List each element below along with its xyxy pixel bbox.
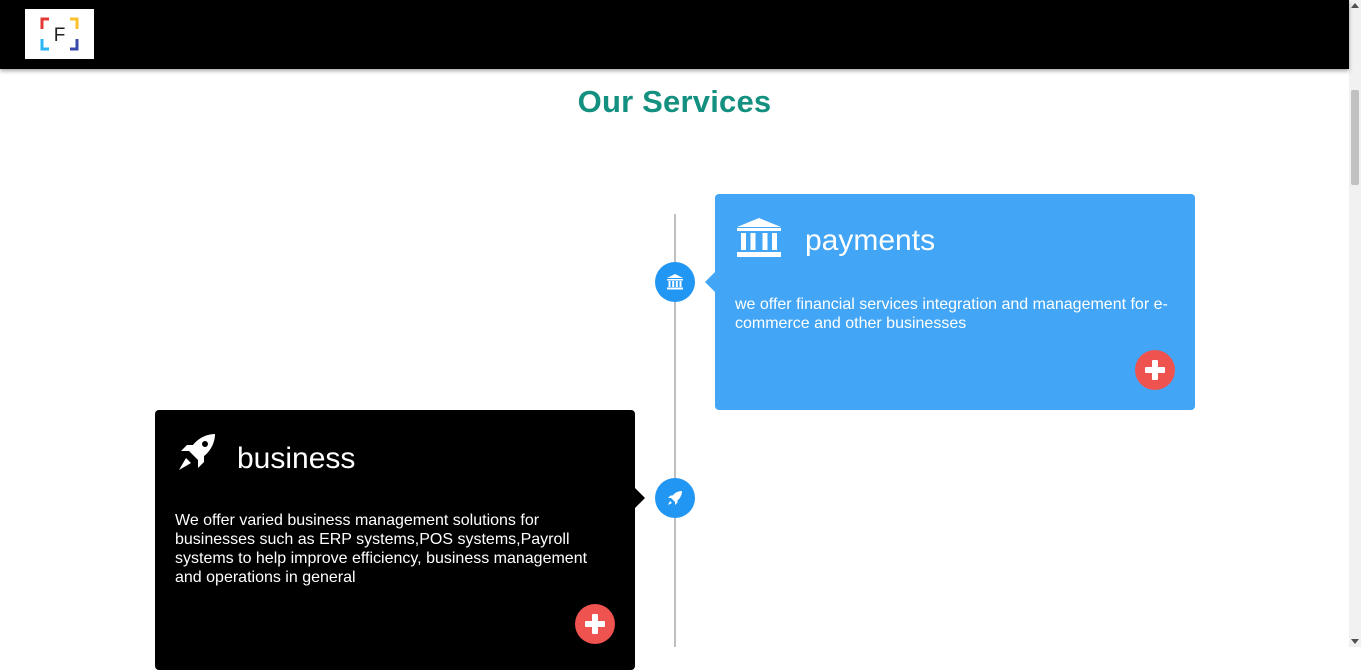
bank-icon <box>667 274 683 290</box>
rocket-icon <box>668 491 682 505</box>
scroll-up-arrow[interactable] <box>1351 3 1359 8</box>
scroll-thumb[interactable] <box>1351 90 1359 185</box>
timeline-node-business <box>655 478 695 518</box>
bank-icon <box>737 218 781 257</box>
service-title: business <box>237 442 356 475</box>
brand-logo[interactable]: F <box>25 9 94 59</box>
timeline-node-payments <box>655 262 695 302</box>
page-scrollbar[interactable] <box>1349 0 1361 647</box>
plus-icon <box>1145 360 1165 380</box>
F-logo-icon: F <box>40 17 79 51</box>
service-description: We offer varied business management solu… <box>175 512 588 586</box>
scroll-down-arrow[interactable] <box>1351 639 1359 644</box>
service-card-business: business We offer varied business manage… <box>155 410 645 670</box>
plus-icon <box>585 614 605 634</box>
logo-letter: F <box>54 25 66 46</box>
rocket-icon <box>179 434 215 470</box>
service-description: we offer financial services integration … <box>735 296 1168 332</box>
expand-business-button[interactable] <box>575 604 615 644</box>
service-title: payments <box>805 224 936 257</box>
top-navbar: F <box>0 0 1349 69</box>
page-title: Our Services <box>577 84 772 119</box>
expand-payments-button[interactable] <box>1135 350 1175 390</box>
service-card-payments: payments we offer financial services int… <box>705 194 1195 410</box>
